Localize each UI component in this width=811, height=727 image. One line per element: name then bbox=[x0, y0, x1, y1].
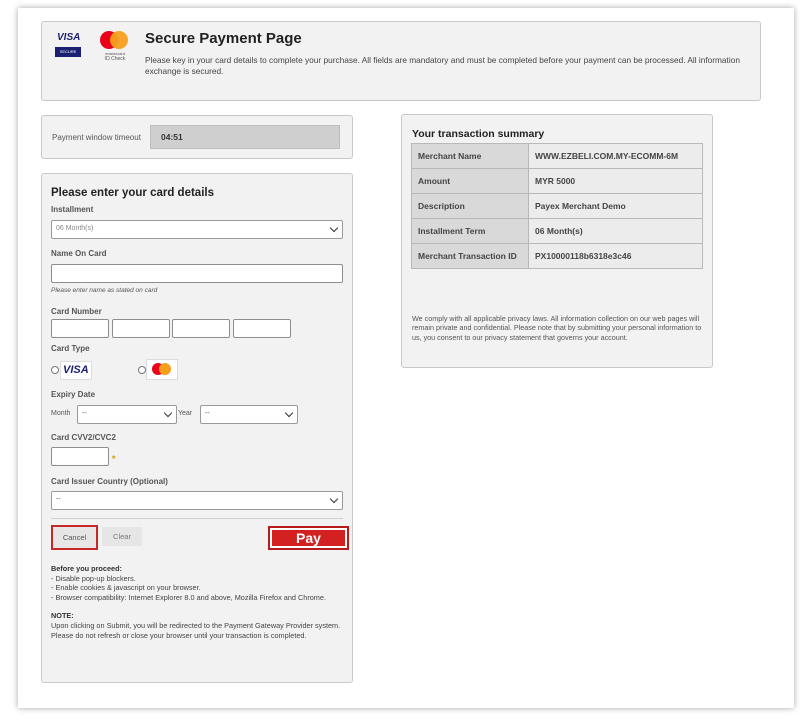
expiry-date-label: Expiry Date bbox=[51, 390, 96, 399]
before-item: - Disable pop-up blockers. bbox=[51, 573, 136, 583]
pay-button[interactable]: Pay bbox=[268, 526, 349, 550]
expiry-year-select[interactable]: -- bbox=[200, 405, 298, 424]
summary-value: PX10000118b6318e3c46 bbox=[528, 243, 703, 269]
installment-value: 06 Month(s) bbox=[56, 225, 94, 232]
expiry-month-select[interactable]: -- bbox=[77, 405, 177, 424]
month-label: Month bbox=[51, 410, 71, 417]
card-details-panel: Please enter your card details Installme… bbox=[41, 173, 353, 683]
header-panel: VISA SECURE mastercard ID Check Secure P… bbox=[41, 21, 761, 101]
table-row: Installment Term 06 Month(s) bbox=[411, 218, 703, 244]
chevron-down-icon bbox=[329, 494, 339, 504]
summary-table: Merchant Name WWW.EZBELI.COM.MY-ECOMM-6M… bbox=[411, 143, 703, 269]
timeout-value: 04:51 bbox=[161, 132, 183, 142]
mastercard-id-check: ID Check bbox=[104, 56, 126, 62]
cvv-label: Card CVV2/CVC2 bbox=[51, 433, 116, 442]
expiry-year-value: -- bbox=[205, 410, 210, 417]
chevron-down-icon bbox=[329, 223, 339, 233]
summary-value: Payex Merchant Demo bbox=[528, 193, 703, 219]
summary-value: WWW.EZBELI.COM.MY-ECOMM-6M bbox=[528, 143, 703, 169]
table-row: Merchant Transaction ID PX10000118b6318e… bbox=[411, 243, 703, 269]
mastercard-card-icon[interactable] bbox=[146, 359, 178, 380]
mastercard-id-check-logo: mastercard ID Check bbox=[97, 31, 133, 65]
issuer-country-value: -- bbox=[56, 496, 61, 503]
name-on-card-label: Name On Card bbox=[51, 249, 107, 258]
mastercard-icon bbox=[97, 31, 133, 51]
name-hint: Please enter name as stated on card bbox=[51, 287, 158, 294]
divider bbox=[51, 518, 343, 519]
expiry-month-value: -- bbox=[82, 410, 87, 417]
before-proceed-title: Before you proceed: bbox=[51, 564, 122, 573]
page-description: Please key in your card details to compl… bbox=[145, 55, 740, 76]
table-row: Merchant Name WWW.EZBELI.COM.MY-ECOMM-6M bbox=[411, 143, 703, 169]
clear-button[interactable]: Clear bbox=[102, 527, 142, 546]
year-label: Year bbox=[178, 410, 193, 417]
card-number-field-3[interactable] bbox=[172, 319, 230, 338]
payment-page: VISA SECURE mastercard ID Check Secure P… bbox=[18, 8, 794, 708]
card-form-title: Please enter your card details bbox=[51, 187, 214, 199]
before-item: - Browser compatibility: Internet Explor… bbox=[51, 592, 326, 602]
installment-select[interactable]: 06 Month(s) bbox=[51, 220, 343, 239]
summary-key: Description bbox=[411, 193, 529, 219]
cvv-help-icon[interactable]: ★ bbox=[111, 454, 116, 461]
visa-secure-logo: VISA SECURE bbox=[55, 32, 84, 65]
installment-label: Installment bbox=[51, 205, 94, 214]
visa-card-icon[interactable]: VISA bbox=[60, 361, 92, 380]
table-row: Description Payex Merchant Demo bbox=[411, 193, 703, 219]
summary-key: Merchant Name bbox=[411, 143, 529, 169]
summary-key: Merchant Transaction ID bbox=[411, 243, 529, 269]
note-text: Upon clicking on Submit, you will be red… bbox=[51, 620, 341, 640]
timeout-display: 04:51 bbox=[150, 125, 340, 149]
page-title: Secure Payment Page bbox=[145, 30, 302, 47]
visa-secure-text: SECURE bbox=[55, 47, 81, 57]
name-on-card-input[interactable] bbox=[51, 264, 343, 283]
timeout-label: Payment window timeout bbox=[52, 133, 141, 142]
card-type-visa-radio[interactable] bbox=[51, 366, 59, 374]
card-number-field-2[interactable] bbox=[112, 319, 170, 338]
issuer-country-label: Card Issuer Country (Optional) bbox=[51, 477, 168, 486]
chevron-down-icon bbox=[163, 408, 173, 418]
visa-brand: VISA bbox=[57, 32, 81, 43]
card-number-field-1[interactable] bbox=[51, 319, 109, 338]
cvv-input[interactable] bbox=[51, 447, 109, 466]
card-type-mastercard-radio[interactable] bbox=[138, 366, 146, 374]
notes-section: Before you proceed: - Disable pop-up blo… bbox=[51, 564, 343, 640]
chevron-down-icon bbox=[284, 408, 294, 418]
card-number-label: Card Number bbox=[51, 307, 102, 316]
cancel-button[interactable]: Cancel bbox=[51, 525, 98, 550]
note-title: NOTE: bbox=[51, 611, 74, 621]
before-item: - Enable cookies & javascript on your br… bbox=[51, 583, 201, 593]
summary-value: 06 Month(s) bbox=[528, 218, 703, 244]
transaction-summary-panel: Your transaction summary Merchant Name W… bbox=[401, 114, 713, 368]
card-number-field-4[interactable] bbox=[233, 319, 291, 338]
issuer-country-select[interactable]: -- bbox=[51, 491, 343, 510]
summary-value: MYR 5000 bbox=[528, 168, 703, 194]
summary-key: Installment Term bbox=[411, 218, 529, 244]
card-type-label: Card Type bbox=[51, 344, 90, 353]
table-row: Amount MYR 5000 bbox=[411, 168, 703, 194]
visa-card-label: VISA bbox=[63, 364, 89, 376]
summary-key: Amount bbox=[411, 168, 529, 194]
privacy-statement: We comply with all applicable privacy la… bbox=[412, 314, 702, 342]
summary-title: Your transaction summary bbox=[412, 128, 545, 140]
timeout-panel: Payment window timeout 04:51 bbox=[41, 115, 353, 159]
